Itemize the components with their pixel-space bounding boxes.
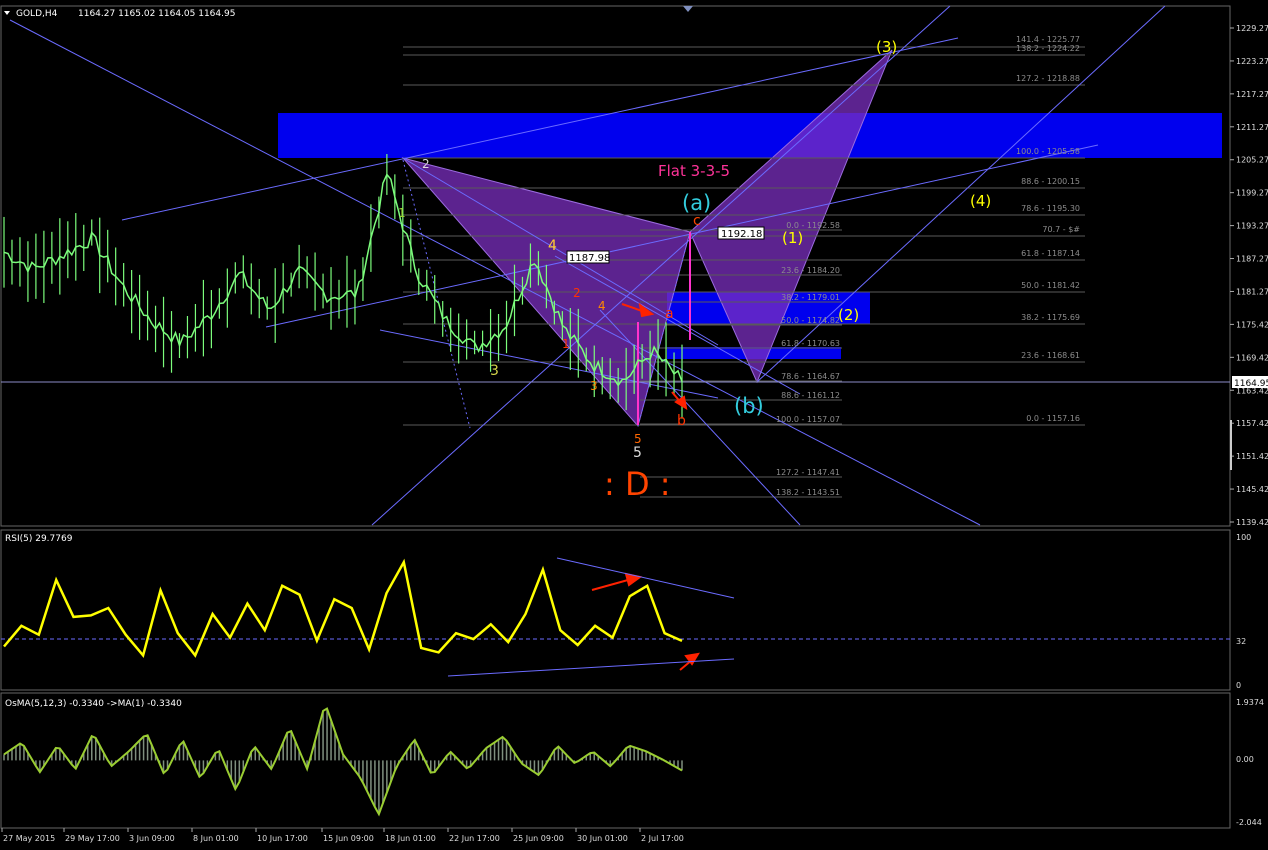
price-axis-label: 1217.27 <box>1236 90 1268 99</box>
minor-1-red: 1 <box>562 337 570 351</box>
price-axis-label: 1145.42 <box>1236 485 1268 494</box>
time-axis-label: 18 Jun 01:00 <box>385 834 436 843</box>
minor-5-white: 5 <box>633 445 642 461</box>
time-axis-label: 27 May 2015 <box>3 834 55 843</box>
wave-c-red: c <box>693 213 701 229</box>
osma-title: OsMA(5,12,3) -0.3340 ->MA(1) -0.3340 <box>5 699 182 709</box>
rsi-title: RSI(5) 29.7769 <box>5 534 73 544</box>
minor-4-yellow: 4 <box>548 238 557 254</box>
price-axis-label: 1157.42 <box>1236 419 1268 428</box>
price-axis-label: 1199.27 <box>1236 189 1268 198</box>
price-box-1192-text: 1192.18 <box>721 229 762 240</box>
minor-3-orange: 3 <box>590 379 598 393</box>
time-axis[interactable]: 27 May 2015 29 May 17:00 3 Jun 09:00 8 Jun … <box>1 828 684 843</box>
chart-canvas[interactable]: 1192.18 1187.98 Flat 3-3-5 (a) (b) c a b… <box>0 0 1268 850</box>
price-axis-label: 1169.42 <box>1236 353 1268 362</box>
minor-5-orange: 5 <box>634 432 642 446</box>
fib-mid-label: 138.2 - 1143.51 <box>776 488 840 497</box>
rsi-axis-label: 32 <box>1236 637 1246 646</box>
price-axis-label: 1151.42 <box>1236 452 1268 461</box>
minor-1-white: 1 <box>398 206 406 220</box>
fib-mid-label: 38.2 - 1179.01 <box>781 293 840 302</box>
fib-right-label: 100.0 - 1205.58 <box>1016 147 1080 156</box>
current-price-tag-text: 1164.95 <box>1234 379 1268 389</box>
chart-ohlc: 1164.27 1165.02 1164.05 1164.95 <box>78 9 235 19</box>
price-axis-label: 1229.27 <box>1236 24 1268 33</box>
fib-right-label: 88.6 - 1200.15 <box>1021 177 1080 186</box>
wave-b-cyan: (b) <box>734 394 764 418</box>
time-axis-label: 2 Jul 17:00 <box>641 834 684 843</box>
collapse-arrow-icon[interactable] <box>4 11 10 15</box>
fib-right-label: 50.0 - 1181.42 <box>1021 281 1080 290</box>
fib-right-label: 61.8 - 1187.14 <box>1021 249 1080 258</box>
time-axis-label: 29 May 17:00 <box>65 834 120 843</box>
price-box-1187-text: 1187.98 <box>569 253 610 264</box>
time-axis-label: 10 Jun 17:00 <box>257 834 308 843</box>
time-axis-label: 25 Jun 09:00 <box>513 834 564 843</box>
wave-a-cyan: (a) <box>682 191 711 215</box>
fib-right-label: 23.6 - 1168.61 <box>1021 351 1080 360</box>
time-axis-label: 15 Jun 09:00 <box>323 834 374 843</box>
chart-shift-marker[interactable] <box>683 6 693 12</box>
rsi-trend-lower <box>447 658 735 677</box>
minor-2-white: 2 <box>422 157 430 171</box>
fib-right-label: 78.6 - 1195.30 <box>1021 204 1080 213</box>
fib-right-label: 127.2 - 1218.88 <box>1016 74 1080 83</box>
fib-mid-label: 23.6 - 1184.20 <box>781 266 840 275</box>
fib-mid-label: 0.0 - 1192.58 <box>786 221 840 230</box>
fib-mid-label: 127.2 - 1147.41 <box>776 468 840 477</box>
fib-right-label: 38.2 - 1175.69 <box>1021 313 1080 322</box>
rsi-axis: 100 32 0 <box>1236 533 1251 690</box>
fib-mid-label: 50.0 - 1174.82 <box>781 316 840 325</box>
minor-4-orange: 4 <box>598 299 606 313</box>
rsi-axis-label: 100 <box>1236 533 1251 542</box>
price-axis-label: 1211.27 <box>1236 123 1268 132</box>
price-axis-label: 1181.27 <box>1236 287 1268 296</box>
wave-2-yellow: (2) <box>838 306 859 324</box>
metatrader-chart-window: 1192.18 1187.98 Flat 3-3-5 (a) (b) c a b… <box>0 0 1268 850</box>
fib-mid-label: 61.8 - 1170.63 <box>781 339 840 348</box>
price-axis-label: 1187.27 <box>1236 255 1268 264</box>
chart-title: GOLD,H4 <box>16 9 58 19</box>
fib-mid-label: 88.6 - 1161.12 <box>781 391 840 400</box>
fib-mid-label: 100.0 - 1157.07 <box>776 415 840 424</box>
wave-1-yellow: (1) <box>782 229 803 247</box>
time-axis-label: 22 Jun 17:00 <box>449 834 500 843</box>
wave-3-yellow: (3) <box>876 38 897 56</box>
osma-axis-label: 0.00 <box>1236 755 1254 764</box>
price-axis-label: 1175.42 <box>1236 320 1268 329</box>
rsi-line[interactable] <box>3 558 683 659</box>
osma-axis: 1.9374 0.00 -2.044 <box>1236 698 1264 827</box>
resistance-zone[interactable] <box>278 113 1222 158</box>
osma-axis-label: -2.044 <box>1236 818 1262 827</box>
wave-a-red: a <box>665 306 674 322</box>
fib-right-label: 141.4 - 1225.77 <box>1016 35 1080 44</box>
rsi-trend-upper <box>556 557 735 599</box>
osma-histogram[interactable] <box>3 708 683 815</box>
pattern-d-label: : D : <box>604 465 671 503</box>
flat-pattern-label: Flat 3-3-5 <box>658 162 730 180</box>
price-axis-label: 1139.42 <box>1236 518 1268 527</box>
harmonic-pattern-right[interactable] <box>689 49 893 384</box>
time-axis-label: 30 Jun 01:00 <box>577 834 628 843</box>
osma-axis-label: 1.9374 <box>1236 698 1264 707</box>
fib-right-label: 70.7 - $# <box>1042 225 1080 234</box>
wave-4-yellow: (4) <box>970 192 991 210</box>
fib-mid-label: 78.6 - 1164.67 <box>781 372 840 381</box>
wave-b-red: b <box>677 413 686 429</box>
fib-right-label: 0.0 - 1157.16 <box>1026 414 1080 423</box>
time-axis-label: 8 Jun 01:00 <box>193 834 239 843</box>
osma-signal-line[interactable] <box>3 707 683 817</box>
fib-right-label: 138.2 - 1224.22 <box>1016 44 1080 53</box>
rsi-axis-label: 0 <box>1236 681 1241 690</box>
price-axis-label: 1223.27 <box>1236 57 1268 66</box>
price-axis-label: 1193.27 <box>1236 222 1268 231</box>
price-axis[interactable]: 1229.27 1223.27 1217.27 1211.27 1205.27 1199.… <box>1230 24 1268 527</box>
minor-3-yellow: 3 <box>490 363 499 379</box>
minor-2-red: 2 <box>573 286 581 300</box>
price-axis-label: 1205.27 <box>1236 156 1268 165</box>
time-axis-label: 3 Jun 09:00 <box>129 834 175 843</box>
